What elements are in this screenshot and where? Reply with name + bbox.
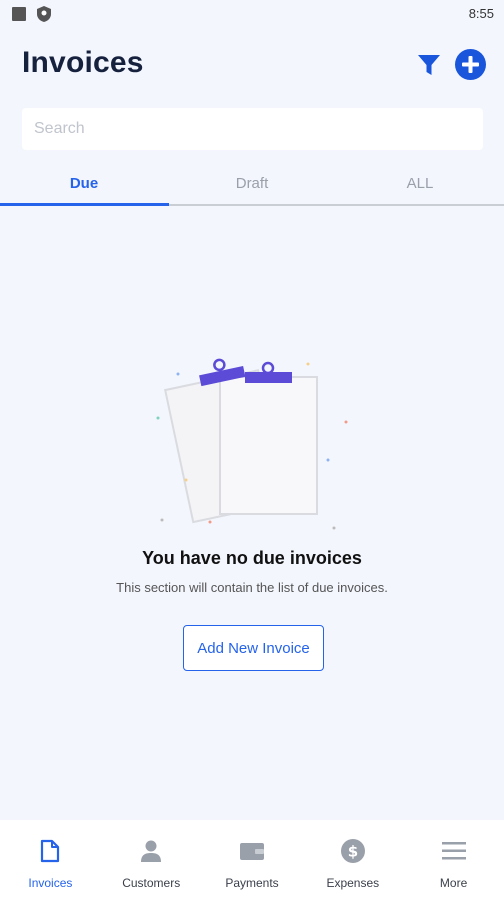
empty-state-title: You have no due invoices (142, 548, 362, 568)
tab-bar: Due Draft ALL (0, 164, 504, 208)
active-tab-indicator (0, 203, 169, 206)
nav-label-invoices: Invoices (28, 876, 73, 890)
shield-icon (37, 6, 51, 22)
bottom-nav: Invoices Customers Payments $ Expenses M… (0, 820, 504, 900)
nav-label-customers: Customers (122, 876, 181, 890)
empty-state-description: This section will contain the list of du… (116, 580, 388, 595)
tab-draft[interactable]: Draft (168, 164, 336, 208)
nav-item-more[interactable]: More (403, 820, 504, 900)
clipboard-illustration (156, 358, 348, 530)
nav-label-more: More (439, 876, 468, 890)
nav-item-expenses[interactable]: $ Expenses (302, 820, 403, 900)
filter-button[interactable] (414, 50, 444, 80)
document-icon (41, 839, 60, 863)
status-bar: 8:55 (0, 0, 504, 28)
page-title: Invoices (22, 46, 144, 79)
svg-text:$: $ (348, 843, 358, 861)
add-new-invoice-button[interactable]: Add New Invoice (183, 625, 324, 671)
search-input[interactable] (22, 108, 483, 150)
tab-due[interactable]: Due (0, 164, 168, 208)
person-icon (141, 840, 162, 862)
nav-item-invoices[interactable]: Invoices (0, 820, 101, 900)
dollar-icon: $ (340, 839, 365, 863)
add-invoice-button[interactable] (455, 49, 486, 80)
status-time: 8:55 (468, 6, 494, 21)
nav-label-payments: Payments (225, 876, 279, 890)
plus-circle-icon (455, 49, 486, 80)
nav-label-expenses: Expenses (326, 876, 380, 890)
notification-icon (12, 7, 26, 21)
menu-icon (441, 842, 466, 860)
wallet-icon (239, 843, 264, 860)
tab-all[interactable]: ALL (336, 164, 504, 208)
nav-item-payments[interactable]: Payments (202, 820, 303, 900)
nav-item-customers[interactable]: Customers (101, 820, 202, 900)
filter-icon (418, 55, 440, 75)
